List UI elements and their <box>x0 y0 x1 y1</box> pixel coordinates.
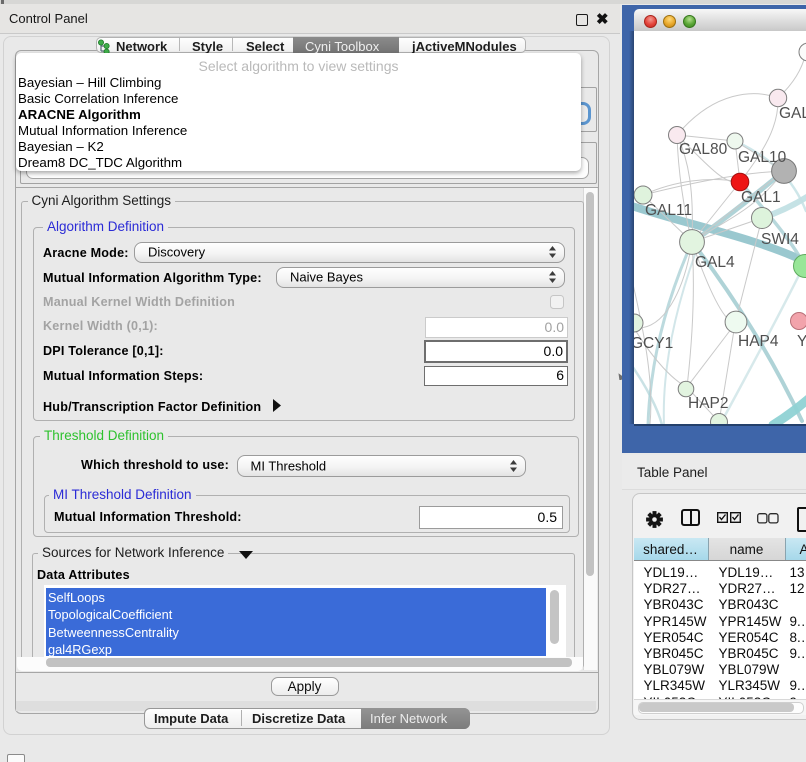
svg-text:SWI4: SWI4 <box>761 231 799 248</box>
svg-text:YP: YP <box>797 333 806 350</box>
svg-text:GCY1: GCY1 <box>634 335 673 352</box>
svg-text:GAL11: GAL11 <box>645 202 692 219</box>
svg-text:GAL4: GAL4 <box>695 254 735 271</box>
svg-text:GAL1: GAL1 <box>741 189 781 206</box>
svg-text:HAP4: HAP4 <box>738 333 779 350</box>
svg-text:GAL10: GAL10 <box>738 149 787 166</box>
svg-text:HAP2: HAP2 <box>688 395 729 412</box>
svg-text:GAL7: GAL7 <box>779 105 806 122</box>
svg-text:GAL80: GAL80 <box>679 141 728 158</box>
